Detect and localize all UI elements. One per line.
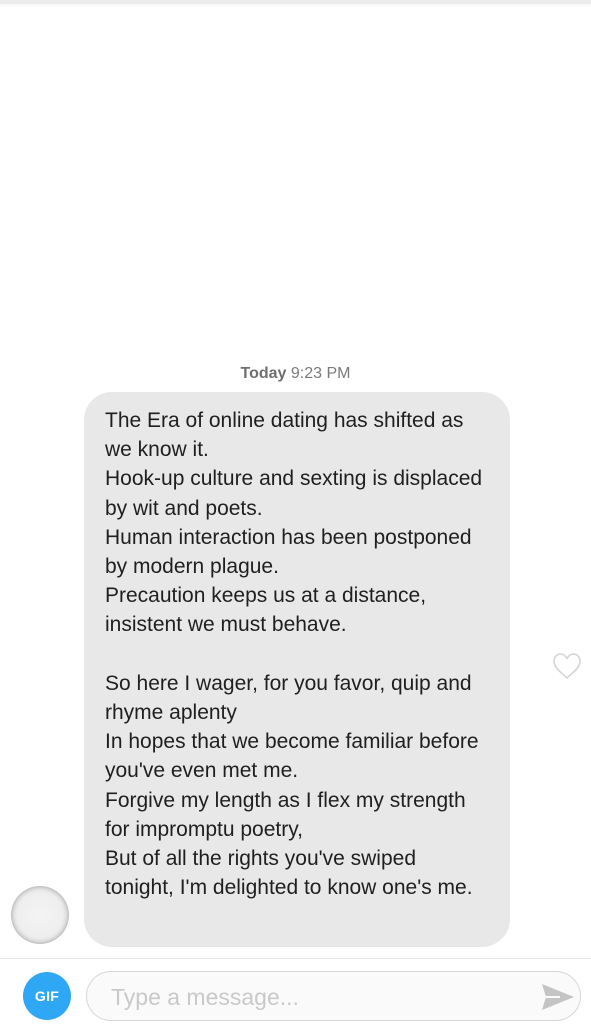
- send-arrow-icon[interactable]: [540, 981, 576, 1013]
- gif-button[interactable]: GIF: [23, 972, 71, 1020]
- timestamp-time: 9:23 PM: [290, 365, 351, 382]
- timestamp-day: Today: [240, 365, 287, 382]
- top-divider: [0, 0, 591, 4]
- heart-outline-icon[interactable]: [552, 652, 582, 680]
- message-input[interactable]: [109, 980, 523, 1014]
- avatar[interactable]: [11, 886, 69, 944]
- message-bubble[interactable]: The Era of online dating has shifted as …: [84, 392, 510, 947]
- message-composer: [86, 971, 581, 1021]
- message-timestamp: Today 9:23 PM: [0, 365, 591, 383]
- composer-divider: [0, 958, 591, 959]
